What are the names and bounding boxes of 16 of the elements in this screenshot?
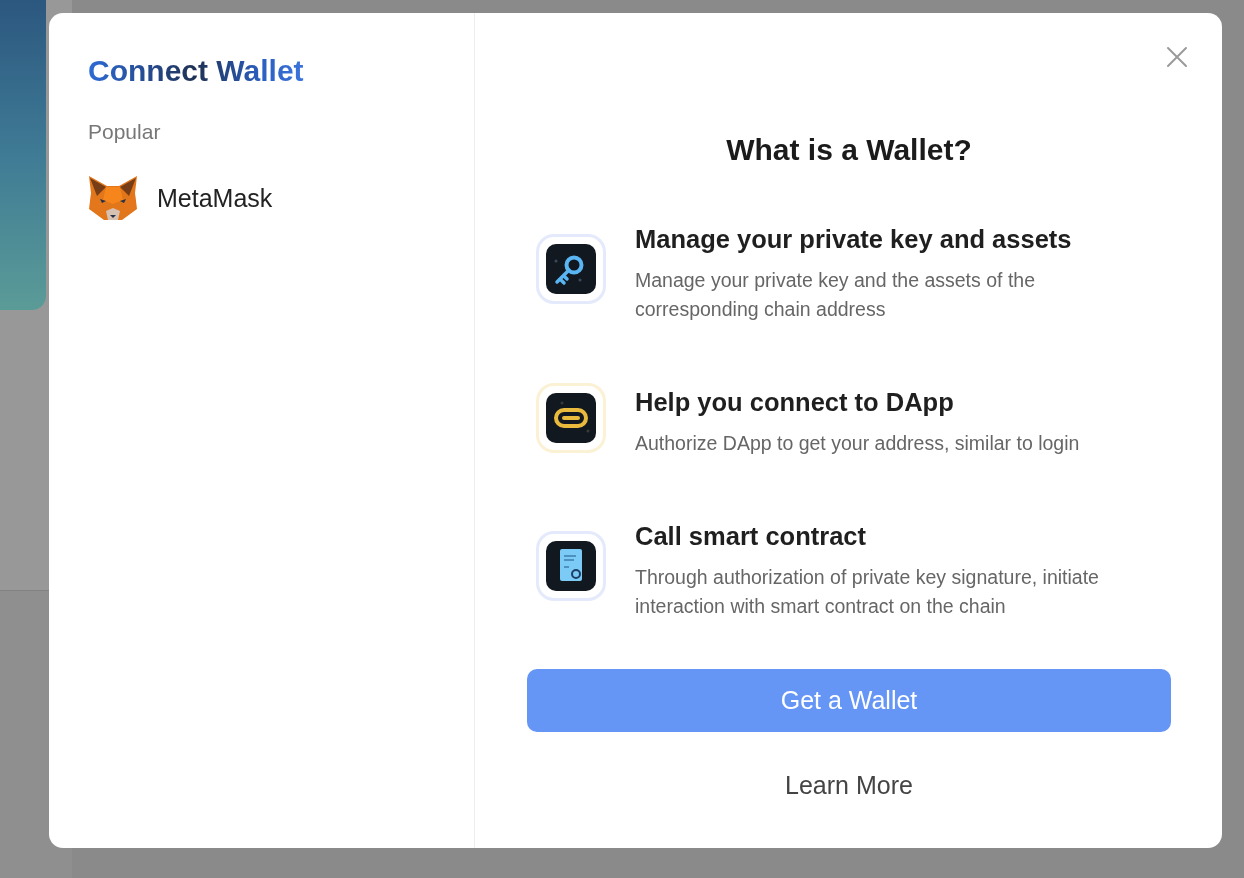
feature-description: Authorize DApp to get your address, similar to login	[635, 431, 1081, 456]
learn-more-button[interactable]: Learn More	[785, 770, 913, 800]
key-icon	[536, 234, 606, 304]
fox-icon	[88, 175, 138, 221]
chain-link-icon	[536, 382, 606, 453]
feature-description: Manage your private key and the assets of the corresponding chain address	[635, 268, 1036, 322]
feature-title: Help you connect to DApp	[635, 387, 955, 417]
close-button[interactable]	[1166, 46, 1188, 68]
document-icon	[536, 531, 606, 601]
section-label: Popular	[88, 119, 161, 145]
close-icon	[1166, 46, 1188, 68]
wallet-option[interactable]: MetaMask	[88, 175, 273, 221]
feature-description: Through authorization of private key signature, initiate interaction with smart contract on the chain	[635, 565, 1100, 619]
feature-title: Call smart contract	[635, 521, 867, 551]
info-heading: What is a Wallet?	[725, 132, 973, 168]
feature-title: Manage your private key and assets	[635, 224, 1073, 254]
